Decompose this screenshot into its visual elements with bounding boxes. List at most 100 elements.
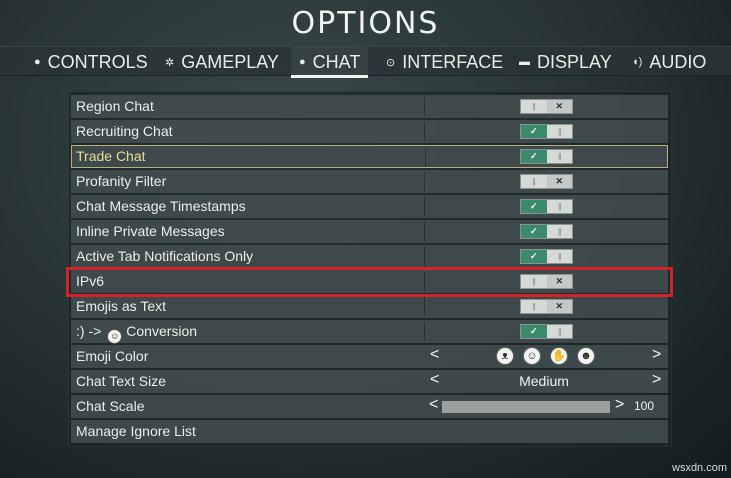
- tab-label: CONTROLS: [47, 51, 148, 72]
- tab-gameplay[interactable]: ✲ GAMEPLAY: [165, 47, 279, 77]
- setting-row-active-tab-notifications[interactable]: Active Tab Notifications Only ✓ ||: [71, 245, 668, 268]
- tab-chat[interactable]: ● CHAT: [291, 47, 369, 78]
- check-icon: ✓: [521, 225, 547, 238]
- recruiting-chat-toggle[interactable]: ✓ ||: [520, 124, 573, 139]
- page-title: OPTIONS: [291, 6, 440, 41]
- cross-icon: ✕: [546, 100, 572, 113]
- cross-icon: ✕: [546, 300, 572, 313]
- toggle-bars-icon: ||: [521, 300, 547, 313]
- cross-icon: ✕: [546, 175, 572, 188]
- row-divider: [424, 172, 425, 191]
- setting-label: Trade Chat: [76, 148, 146, 164]
- setting-label: Recruiting Chat: [76, 123, 173, 139]
- setting-label: Chat Message Timestamps: [76, 198, 246, 214]
- setting-row-emoji-color[interactable]: Emoji Color < ᴥ ☺ ✋ ☻ >: [71, 345, 668, 368]
- interface-icon: ⊙: [386, 56, 396, 69]
- smile-emoji-icon: ☺: [107, 329, 123, 344]
- tab-interface[interactable]: ⊙ INTERFACE: [386, 47, 503, 77]
- arrow-left-icon[interactable]: <: [430, 346, 439, 364]
- check-icon: ✓: [521, 250, 547, 263]
- setting-label: Profanity Filter: [76, 173, 167, 189]
- setting-row-recruiting-chat[interactable]: Recruiting Chat ✓ ||: [71, 120, 668, 143]
- wave-emoji-icon[interactable]: ✋: [550, 347, 568, 365]
- chat-bubble-icon: ●: [299, 56, 306, 68]
- row-divider: [425, 148, 426, 167]
- gear-icon: ✲: [165, 56, 175, 69]
- setting-row-chat-scale[interactable]: Chat Scale < > 100: [71, 395, 668, 418]
- mouse-icon: ●: [34, 56, 41, 68]
- tab-display[interactable]: ▬ DISPLAY: [519, 47, 612, 77]
- watermark: wsxdn.com: [672, 462, 728, 474]
- emoji-color-options: ᴥ ☺ ✋ ☻: [496, 347, 595, 365]
- tab-controls[interactable]: ● CONTROLS: [34, 47, 148, 77]
- setting-label: Chat Text Size: [76, 373, 167, 389]
- check-icon: ✓: [521, 200, 547, 213]
- setting-label: Chat Scale: [76, 398, 145, 414]
- smiley-conversion-toggle[interactable]: ✓ ||: [520, 324, 573, 339]
- toggle-bars-icon: ||: [546, 250, 572, 263]
- setting-label: :) -> ☺ Conversion: [76, 323, 197, 344]
- demon-emoji-icon[interactable]: ᴥ: [496, 347, 514, 365]
- toggle-bars-icon: ||: [546, 225, 572, 238]
- setting-row-inline-private-messages[interactable]: Inline Private Messages ✓ ||: [71, 220, 668, 243]
- setting-row-profanity-filter[interactable]: Profanity Filter || ✕: [71, 170, 668, 193]
- conversion-label: Conversion: [126, 323, 198, 339]
- active-tab-notifications-toggle[interactable]: ✓ ||: [520, 249, 573, 264]
- setting-label: Region Chat: [76, 98, 154, 114]
- tab-label: DISPLAY: [537, 51, 612, 72]
- setting-label: Manage Ignore List: [76, 423, 196, 439]
- row-divider: [424, 97, 425, 116]
- arrow-right-icon[interactable]: >: [615, 396, 624, 414]
- monitor-icon: ▬: [519, 56, 530, 68]
- setting-label: Emojis as Text: [76, 298, 166, 314]
- row-divider: [424, 122, 425, 141]
- row-divider: [424, 222, 425, 241]
- smile-emoji-icon[interactable]: ☺: [523, 347, 541, 365]
- setting-row-emojis-as-text[interactable]: Emojis as Text || ✕: [71, 295, 668, 318]
- region-chat-toggle[interactable]: || ✕: [520, 99, 573, 114]
- toggle-bars-icon: ||: [546, 325, 572, 338]
- emojis-as-text-toggle[interactable]: || ✕: [520, 299, 573, 314]
- arrow-left-icon[interactable]: <: [429, 396, 438, 414]
- row-divider: [424, 247, 425, 266]
- timestamps-toggle[interactable]: ✓ ||: [520, 199, 573, 214]
- row-divider: [424, 197, 425, 216]
- chat-text-size-value: Medium: [519, 373, 569, 389]
- check-icon: ✓: [521, 125, 547, 138]
- toggle-bars-icon: ||: [521, 100, 547, 113]
- setting-row-timestamps[interactable]: Chat Message Timestamps ✓ ||: [71, 195, 668, 218]
- arrow-left-icon[interactable]: <: [430, 371, 439, 389]
- trade-chat-toggle[interactable]: ✓ ||: [520, 149, 573, 164]
- row-divider: [424, 322, 425, 341]
- arrow-right-icon[interactable]: >: [652, 346, 661, 364]
- setting-row-chat-text-size[interactable]: Chat Text Size < Medium >: [71, 370, 668, 393]
- inline-private-toggle[interactable]: ✓ ||: [520, 224, 573, 239]
- ipv6-highlight-box: [66, 267, 673, 297]
- tab-label: AUDIO: [649, 51, 707, 72]
- manage-ignore-list-button[interactable]: Manage Ignore List: [71, 420, 668, 443]
- setting-row-smiley-conversion[interactable]: :) -> ☺ Conversion ✓ ||: [71, 320, 668, 344]
- toggle-bars-icon: ||: [546, 150, 572, 163]
- tab-audio[interactable]: ◖) AUDIO: [632, 47, 706, 77]
- chat-scale-value: 100: [634, 399, 655, 413]
- smiley-prefix: :) ->: [76, 323, 102, 339]
- tab-label: GAMEPLAY: [181, 51, 279, 72]
- setting-label: Emoji Color: [76, 348, 149, 364]
- profanity-filter-toggle[interactable]: || ✕: [520, 174, 573, 189]
- toggle-bars-icon: ||: [546, 200, 572, 213]
- tab-bar: ● CONTROLS ✲ GAMEPLAY ● CHAT ⊙ INTERFACE…: [0, 46, 731, 78]
- check-icon: ✓: [521, 325, 547, 338]
- tab-label: INTERFACE: [402, 51, 504, 72]
- setting-label: Inline Private Messages: [76, 223, 225, 239]
- tab-label: CHAT: [312, 51, 361, 72]
- toggle-bars-icon: ||: [546, 125, 572, 138]
- speaker-icon: ◖): [632, 56, 643, 68]
- setting-row-trade-chat[interactable]: Trade Chat ✓ ||: [71, 145, 668, 168]
- chat-scale-slider[interactable]: [442, 401, 610, 413]
- setting-row-region-chat[interactable]: Region Chat || ✕: [71, 95, 668, 118]
- setting-label: Active Tab Notifications Only: [76, 248, 254, 264]
- devil-emoji-icon[interactable]: ☻: [577, 347, 595, 365]
- toggle-bars-icon: ||: [521, 175, 547, 188]
- row-divider: [424, 297, 425, 316]
- arrow-right-icon[interactable]: >: [652, 371, 661, 389]
